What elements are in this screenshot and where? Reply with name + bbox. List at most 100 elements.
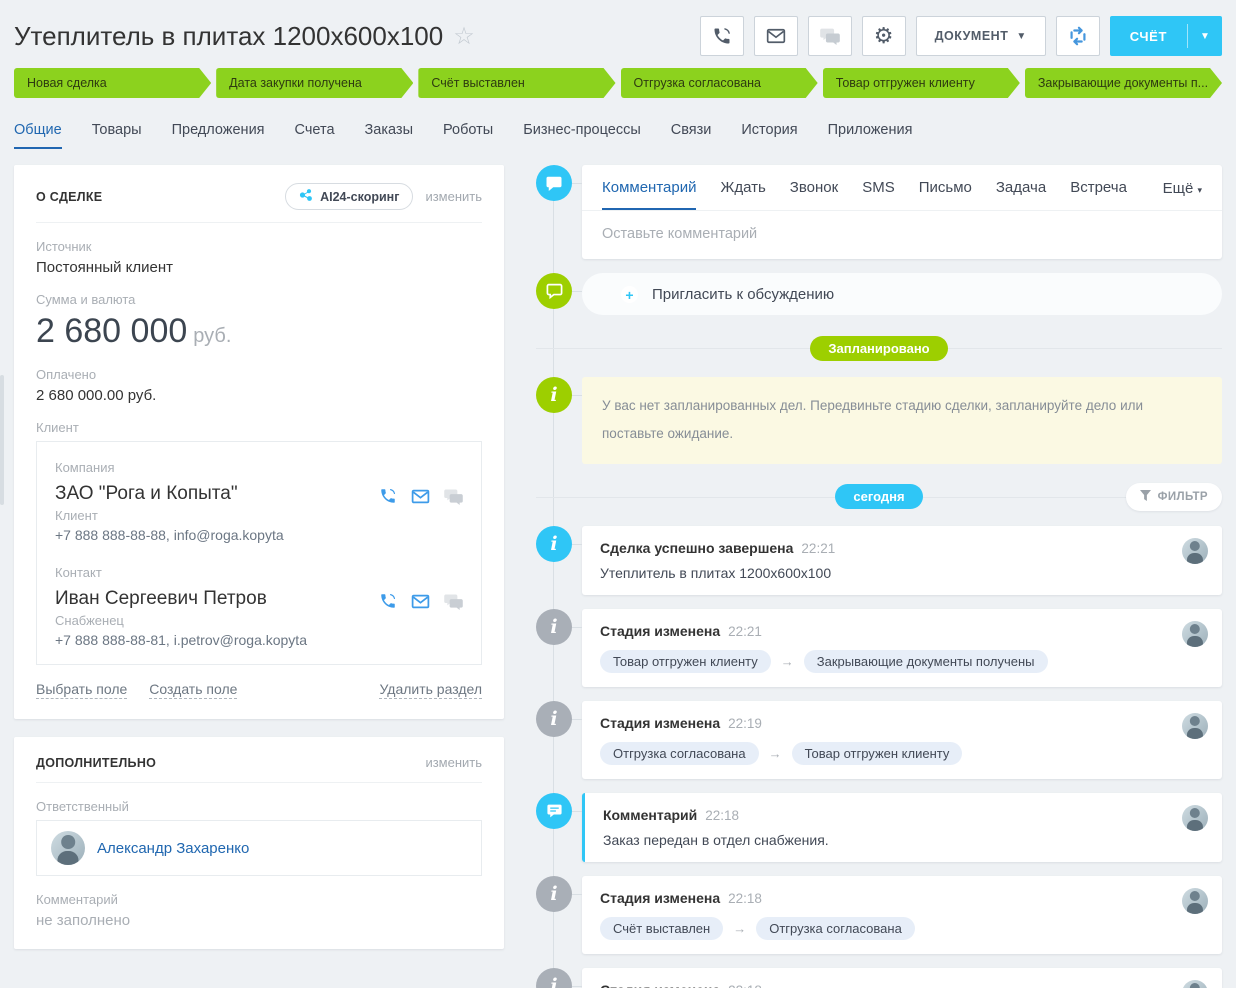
paid-value: 2 680 000.00 руб. (36, 387, 482, 404)
entry-stage-changed[interactable]: Стадия изменена 22:21 Товар отгружен кли… (582, 609, 1222, 687)
comment-value: не заполнено (36, 912, 482, 929)
automation-button[interactable] (1056, 16, 1100, 56)
activity-tabs: Комментарий Ждать Звонок SMS Письмо Зада… (582, 165, 1222, 211)
tab-task[interactable]: Задача (996, 179, 1046, 210)
tab-robots[interactable]: Роботы (443, 122, 493, 149)
tab-call[interactable]: Звонок (790, 179, 838, 210)
stage-shipping-approved[interactable]: Отгрузка согласована (621, 68, 818, 98)
contact-block: Контакт Иван Сергеевич Петров (55, 565, 463, 648)
contact-call-icon[interactable] (379, 592, 397, 610)
tab-wait[interactable]: Ждать (720, 179, 765, 210)
timeline-entry: Комментарий 22:18 Заказ передан в отдел … (536, 793, 1222, 862)
info-icon: i (536, 526, 572, 562)
info-icon: i (536, 377, 572, 413)
topbar: Утеплитель в плитах 1200x600x100 ☆ ⚙ (0, 0, 1236, 68)
comment-bubble-icon (536, 165, 572, 201)
delete-section-link[interactable]: Удалить раздел (379, 681, 482, 699)
chat-icon (820, 27, 840, 45)
settings-button[interactable]: ⚙ (862, 16, 906, 56)
invite-label: Пригласить к обсуждению (652, 286, 834, 303)
company-chat-icon[interactable] (444, 488, 463, 505)
contact-contacts: +7 888 888-88-81, i.petrov@roga.kopyta (55, 632, 463, 648)
tab-relations[interactable]: Связи (671, 122, 712, 149)
planned-divider: Запланировано (536, 335, 1222, 361)
entry-body: Заказ передан в отдел снабжения. (603, 832, 1204, 848)
tab-general[interactable]: Общие (14, 122, 62, 149)
ai-scoring-button[interactable]: AI24-скоринг (285, 183, 413, 210)
amount-field: Сумма и валюта 2 680 000руб. (36, 292, 482, 351)
filter-button[interactable]: ФИЛЬТР (1126, 483, 1222, 511)
contact-chat-icon[interactable] (444, 593, 463, 610)
entry-stage-changed[interactable]: Стадия изменена 22:19 Отгрузка согласова… (582, 701, 1222, 779)
tab-quotes[interactable]: Предложения (172, 122, 265, 149)
contact-name[interactable]: Иван Сергеевич Петров (55, 588, 267, 610)
no-planned-row: i У вас нет запланированных дел. Передви… (536, 377, 1222, 464)
document-button[interactable]: ДОКУМЕНТ ▼ (916, 16, 1046, 56)
email-button[interactable] (754, 16, 798, 56)
tab-history[interactable]: История (741, 122, 797, 149)
today-badge[interactable]: сегодня (835, 484, 922, 509)
timeline-editor-row: Комментарий Ждать Звонок SMS Письмо Зада… (536, 165, 1222, 259)
entry-stage-changed[interactable]: Стадия изменена 22:18 (582, 968, 1222, 988)
favorite-star-icon[interactable]: ☆ (453, 22, 475, 51)
company-name[interactable]: ЗАО "Рога и Копыта" (55, 483, 238, 505)
invoice-caret-icon[interactable]: ▼ (1188, 16, 1222, 56)
comment-input[interactable]: Оставьте комментарий (582, 211, 1222, 259)
entry-author-avatar[interactable] (1182, 538, 1208, 564)
invoice-button[interactable]: СЧЁТ ▼ (1110, 16, 1222, 56)
stage-from-pill: Отгрузка согласована (600, 742, 759, 765)
stage-purchase-date[interactable]: Дата закупки получена (216, 68, 413, 98)
stage-goods-shipped[interactable]: Товар отгружен клиенту (823, 68, 1020, 98)
invite-to-discussion[interactable]: + Пригласить к обсуждению (582, 273, 1222, 315)
entry-title: Стадия изменена (600, 890, 720, 906)
responsible-box: Александр Захаренко (36, 820, 482, 876)
timeline-column: Комментарий Ждать Звонок SMS Письмо Зада… (536, 165, 1222, 988)
responsible-name-link[interactable]: Александр Захаренко (97, 840, 249, 857)
entry-author-avatar[interactable] (1182, 713, 1208, 739)
header-actions: ⚙ ДОКУМЕНТ ▼ СЧЁТ ▼ (700, 16, 1222, 56)
page-scrollbar[interactable] (0, 375, 4, 505)
additional-title: ДОПОЛНИТЕЛЬНО (36, 756, 156, 770)
entry-comment[interactable]: Комментарий 22:18 Заказ передан в отдел … (582, 793, 1222, 862)
entry-stage-changed[interactable]: Стадия изменена 22:18 Счёт выставлен → О… (582, 876, 1222, 954)
amount-value: 2 680 000 (36, 312, 187, 350)
tab-invoices[interactable]: Счета (295, 122, 335, 149)
edit-about-link[interactable]: изменить (425, 189, 482, 204)
entry-title: Стадия изменена (600, 715, 720, 731)
create-field-link[interactable]: Создать поле (149, 681, 237, 699)
tab-more[interactable]: Ещё ▾ (1163, 180, 1202, 209)
stage-to-pill: Товар отгружен клиенту (792, 742, 963, 765)
stage-closing-documents[interactable]: Закрывающие документы п... (1025, 68, 1222, 98)
planned-badge[interactable]: Запланировано (810, 336, 947, 361)
comment-lines-icon (536, 793, 572, 829)
stage-invoice-issued[interactable]: Счёт выставлен (418, 68, 615, 98)
entry-time: 22:18 (728, 983, 762, 988)
select-field-link[interactable]: Выбрать поле (36, 681, 127, 699)
chat-button[interactable] (808, 16, 852, 56)
company-call-icon[interactable] (379, 487, 397, 505)
tab-business-processes[interactable]: Бизнес-процессы (523, 122, 641, 149)
entry-author-avatar[interactable] (1182, 621, 1208, 647)
contact-email-icon[interactable] (411, 594, 430, 609)
filter-button-label: ФИЛЬТР (1158, 491, 1208, 503)
amount-currency: руб. (193, 325, 231, 347)
stage-new-deal[interactable]: Новая сделка (14, 68, 211, 98)
tab-comment[interactable]: Комментарий (602, 179, 696, 210)
page-title: Утеплитель в плитах 1200x600x100 ☆ (14, 21, 475, 52)
call-button[interactable] (700, 16, 744, 56)
company-email-icon[interactable] (411, 489, 430, 504)
edit-additional-link[interactable]: изменить (425, 755, 482, 770)
tab-products[interactable]: Товары (92, 122, 142, 149)
stage-from-pill: Товар отгружен клиенту (600, 650, 771, 673)
entry-deal-completed[interactable]: Сделка успешно завершена 22:21 Утеплител… (582, 526, 1222, 595)
tab-meeting[interactable]: Встреча (1070, 179, 1127, 210)
invite-row: + Пригласить к обсуждению (536, 273, 1222, 315)
entry-author-avatar[interactable] (1182, 888, 1208, 914)
tab-apps[interactable]: Приложения (828, 122, 913, 149)
tab-sms[interactable]: SMS (862, 179, 895, 210)
tab-letter[interactable]: Письмо (919, 179, 972, 210)
tab-orders[interactable]: Заказы (365, 122, 413, 149)
entry-time: 22:18 (728, 891, 762, 906)
entry-author-avatar[interactable] (1182, 805, 1208, 831)
discussion-bubble-icon (536, 273, 572, 309)
